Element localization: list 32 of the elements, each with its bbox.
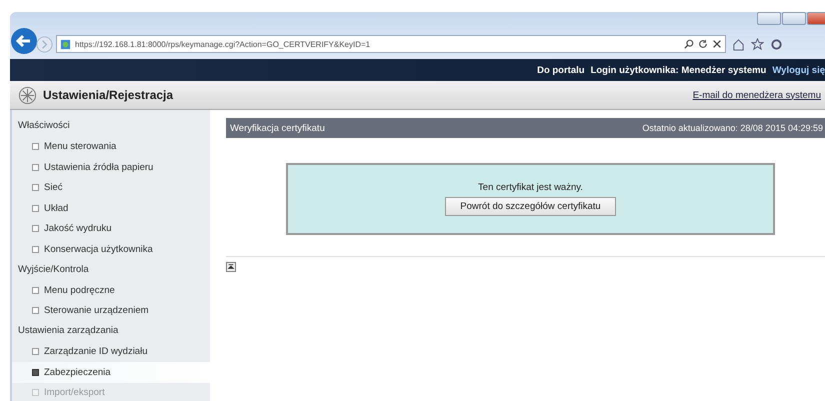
sidebar-link[interactable]: Sterowanie urządzeniem <box>44 305 149 316</box>
sidebar-link[interactable]: Konserwacja użytkownika <box>44 244 153 255</box>
star-icon[interactable] <box>751 38 764 50</box>
address-bar[interactable]: https://192.168.1.81:8000/rps/keymanage.cgi?Action=GO_CERTVERIFY&KeyID=1 <box>56 35 726 53</box>
panel-title: Weryfikacja certyfikatu <box>230 122 325 134</box>
site-icon <box>60 38 71 50</box>
sidebar-link[interactable]: Jakość wydruku <box>44 223 112 234</box>
sidebar-link[interactable]: Zarządzanie ID wydziału <box>44 346 148 358</box>
settings-icon <box>18 86 37 104</box>
sidebar-link[interactable]: Zabezpieczenia <box>44 366 111 378</box>
close-icon[interactable] <box>712 39 722 49</box>
back-icon[interactable] <box>10 27 38 55</box>
sidebar-link[interactable]: Układ <box>44 202 68 214</box>
email-link[interactable]: E-mail do menedżera systemu <box>692 90 821 100</box>
sidebar-link[interactable]: Menu sterowania <box>44 141 116 152</box>
sidebar-link[interactable]: Sieć <box>44 182 62 194</box>
sidebar-heading: Ustawienia zarządzania <box>17 324 120 338</box>
sidebar-link[interactable]: Ustawienia źródła papieru <box>44 162 154 173</box>
back-to-details-button[interactable]: Powrót do szczegółów certyfikatu <box>445 197 616 216</box>
sidebar-heading: Właściwości <box>17 119 71 133</box>
home-icon[interactable] <box>732 38 745 50</box>
page-title: Ustawienia/Rejestracja <box>43 88 174 102</box>
sidebar-link[interactable]: Menu podręczne <box>44 284 115 296</box>
refresh-icon[interactable] <box>698 39 708 49</box>
sidebar-heading: Wyjście/Kontrola <box>17 262 90 276</box>
top-bar-link[interactable]: Login użytkownika: Menedżer systemu <box>590 64 766 76</box>
top-bar-link[interactable]: Wyloguj się <box>772 64 825 76</box>
last-updated: Ostatnio aktualizowano: 28/08 2015 04:29:59 <box>642 123 823 133</box>
top-bar-link[interactable]: Do portalu <box>537 64 585 76</box>
scroll-top-icon[interactable] <box>226 262 236 272</box>
status-message: Ten certyfikat jest ważny. <box>478 182 583 193</box>
search-icon[interactable] <box>684 39 694 49</box>
